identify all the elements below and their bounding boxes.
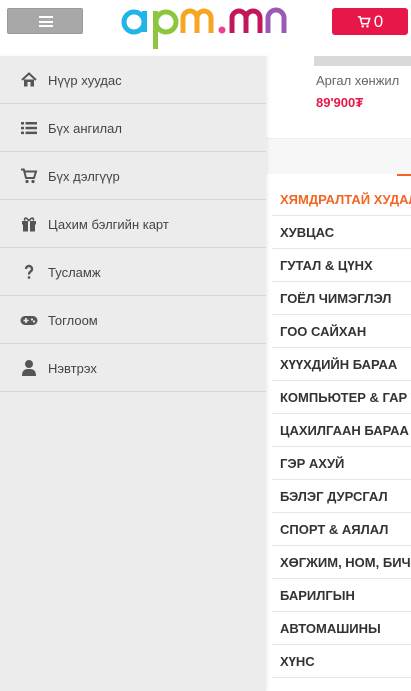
main-content: Аргал хөнжил 89'900₮ ХЯМДРАЛТАЙ ХУДАЛДАА… <box>266 56 411 691</box>
side-menu: Нүүр хуудас Бүх ангилал Бүх дэлгүүр Цахи… <box>0 56 266 691</box>
menu-toggle-button[interactable] <box>7 8 83 34</box>
section-accent-line <box>397 174 411 176</box>
sidenav-label: Нүүр хуудас <box>48 73 122 88</box>
product-image <box>314 56 411 66</box>
sidenav-label: Бүх дэлгүүр <box>48 169 120 184</box>
sidenav-item-all-categories[interactable]: Бүх ангилал <box>0 104 266 152</box>
gift-icon <box>22 217 36 232</box>
category-item-automotive[interactable]: АВТОМАШИНЫ <box>272 612 411 645</box>
sidenav-item-games[interactable]: Тоглоом <box>0 296 266 344</box>
sidenav-item-help[interactable]: Тусламж <box>0 248 266 296</box>
category-item-music-books[interactable]: ХӨГЖИМ, НОМ, БИЧИГ ХЭРЭГ <box>272 546 411 579</box>
sidenav-item-all-stores[interactable]: Бүх дэлгүүр <box>0 152 266 200</box>
sidenav-label: Нэвтрэх <box>48 361 97 376</box>
list-icon <box>21 122 37 135</box>
apm-logo[interactable] <box>120 2 298 52</box>
sidenav-label: Тоглоом <box>48 313 98 328</box>
category-item-sport-travel[interactable]: СПОРТ & АЯЛАЛ <box>272 513 411 546</box>
user-icon <box>22 360 36 376</box>
category-item-electronics[interactable]: ЦАХИЛГААН БАРАА <box>272 414 411 447</box>
sidenav-item-home[interactable]: Нүүр хуудас <box>0 56 266 104</box>
top-header: 0 <box>0 0 411 56</box>
category-item-kids[interactable]: ХҮҮХДИЙН БАРАА <box>272 348 411 381</box>
sidenav-label: Бүх ангилал <box>48 121 122 136</box>
category-item-computers-phones[interactable]: КОМПЬЮТЕР & ГАР УТАС <box>272 381 411 414</box>
question-icon <box>24 264 34 279</box>
sidenav-label: Цахим бэлгийн карт <box>48 217 169 232</box>
category-item-beauty[interactable]: ГОО САЙХАН <box>272 315 411 348</box>
home-icon <box>21 72 37 87</box>
page: 0 Аргал хөнжил 89'900₮ ХЯМДРАЛТАЙ ХУДАЛД… <box>0 0 411 691</box>
category-item-food[interactable]: ХҮНС <box>272 645 411 678</box>
category-item-home[interactable]: ГЭР АХУЙ <box>272 447 411 480</box>
category-item-shoes-bags[interactable]: ГУТАЛ & ЦҮНХ <box>272 249 411 282</box>
category-item-sale[interactable]: ХЯМДРАЛТАЙ ХУДАЛДАА <box>272 183 411 216</box>
product-price: 89'900₮ <box>316 95 364 110</box>
cart-button[interactable]: 0 <box>332 8 408 35</box>
sidenav-item-login[interactable]: Нэвтрэх <box>0 344 266 392</box>
product-card[interactable]: Аргал хөнжил 89'900₮ <box>266 56 411 138</box>
sidenav-label: Тусламж <box>48 265 101 280</box>
category-item-gifts[interactable]: БЭЛЭГ ДУРСГАЛ <box>272 480 411 513</box>
category-item-clothing[interactable]: ХУВЦАС <box>272 216 411 249</box>
cart-count: 0 <box>373 12 384 31</box>
sidenav-item-gift-card[interactable]: Цахим бэлгийн карт <box>0 200 266 248</box>
category-item-construction[interactable]: БАРИЛГЫН <box>272 579 411 612</box>
shopping-cart-icon <box>357 15 371 28</box>
cart-icon <box>21 168 38 184</box>
category-list: ХЯМДРАЛТАЙ ХУДАЛДАА ХУВЦАС ГУТАЛ & ЦҮНХ … <box>272 183 411 678</box>
category-item-jewelry[interactable]: ГОЁЛ ЧИМЭГЛЭЛ <box>272 282 411 315</box>
product-name: Аргал хөнжил <box>316 73 400 88</box>
hamburger-icon <box>39 16 53 27</box>
section-gap <box>266 139 411 174</box>
gamepad-icon <box>20 316 38 325</box>
